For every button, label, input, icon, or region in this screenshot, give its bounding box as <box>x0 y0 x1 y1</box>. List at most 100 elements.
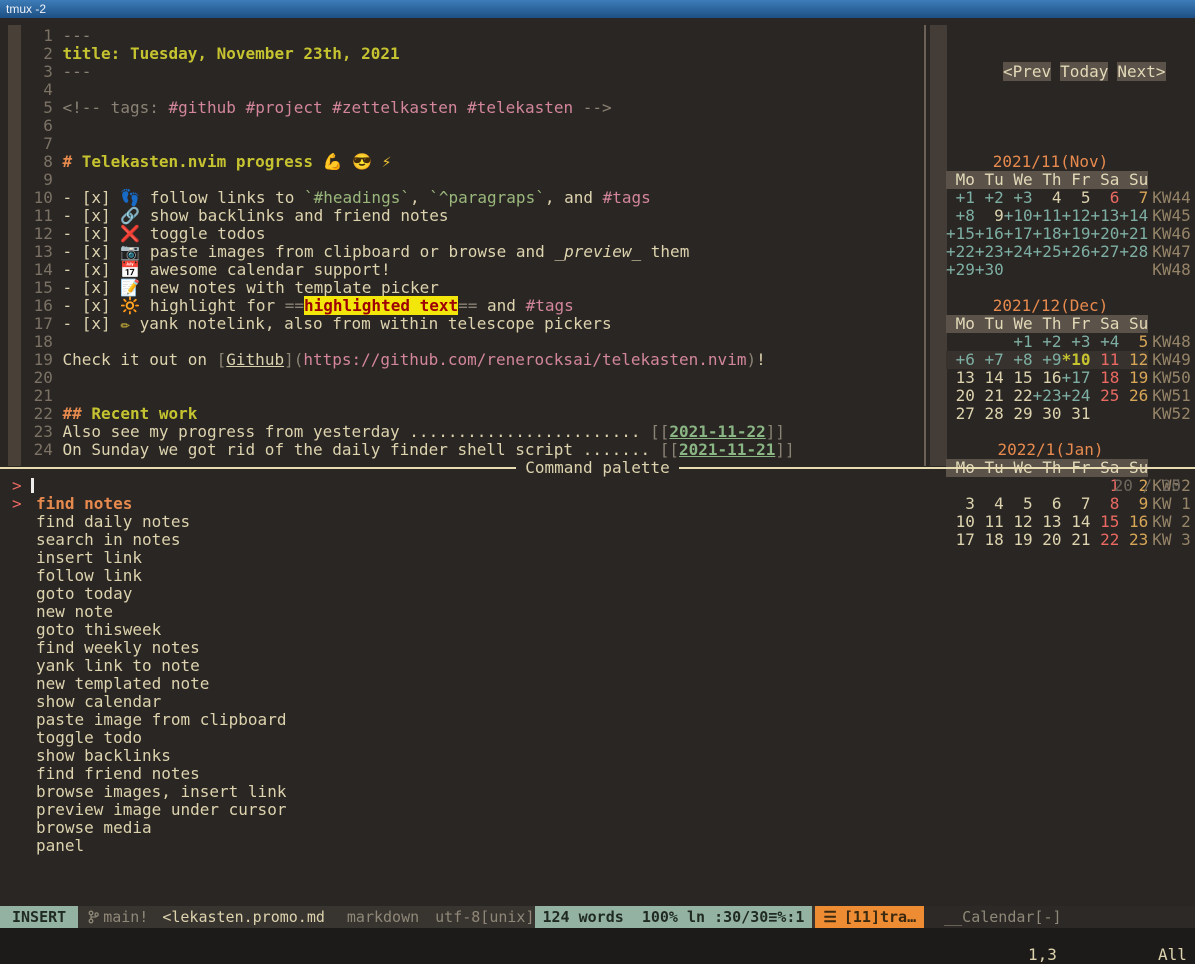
calendar-day[interactable]: +30 <box>975 261 1004 279</box>
calendar-day[interactable]: +24 <box>1004 243 1033 261</box>
editor-line[interactable]: 6 <box>24 117 924 135</box>
calendar-day[interactable]: 22 <box>1004 387 1033 405</box>
calendar-day[interactable]: 29 <box>1004 405 1033 423</box>
calendar-day[interactable]: +25 <box>1033 243 1062 261</box>
calendar-day[interactable]: +4 <box>1090 333 1119 351</box>
calendar-day[interactable]: +24 <box>1062 387 1091 405</box>
calendar-day[interactable]: 9 <box>975 207 1004 225</box>
calendar-day[interactable]: +8 <box>1004 351 1033 369</box>
calendar-day[interactable]: +11 <box>1033 207 1062 225</box>
palette-item[interactable]: find weekly notes <box>12 639 1195 657</box>
palette-item[interactable]: find friend notes <box>12 765 1195 783</box>
calendar-day[interactable]: 15 <box>1004 369 1033 387</box>
calendar-day[interactable]: +21 <box>1119 225 1148 243</box>
calendar-day[interactable]: 30 <box>1033 405 1062 423</box>
palette-item[interactable]: find daily notes <box>12 513 1195 531</box>
calendar-day[interactable]: +6 <box>946 351 975 369</box>
editor-line[interactable]: 10- [x] 👣 follow links to `#headings`, `… <box>24 189 924 207</box>
calendar-day[interactable]: +9 <box>1033 351 1062 369</box>
calendar-day[interactable]: 27 <box>946 405 975 423</box>
palette-item[interactable]: >find notes <box>12 495 1195 513</box>
editor-buffer[interactable]: 1---2title: Tuesday, November 23th, 2021… <box>24 27 924 459</box>
calendar-day[interactable]: +19 <box>1062 225 1091 243</box>
editor-line[interactable]: 11- [x] 🔗 show backlinks and friend note… <box>24 207 924 225</box>
editor-line[interactable]: 24On Sunday we got rid of the daily find… <box>24 441 924 459</box>
calendar-day[interactable]: +1 <box>946 189 975 207</box>
editor-line[interactable]: 22## Recent work <box>24 405 924 423</box>
palette-item[interactable]: yank link to note <box>12 657 1195 675</box>
editor-line[interactable]: 15- [x] 📝 new notes with template picker <box>24 279 924 297</box>
calendar-day[interactable]: +15 <box>946 225 975 243</box>
editor-line[interactable]: 9 <box>24 171 924 189</box>
calendar-day[interactable]: 21 <box>975 387 1004 405</box>
calendar-day[interactable]: 6 <box>1090 189 1119 207</box>
calendar-day[interactable]: +26 <box>1062 243 1091 261</box>
calendar-prev-button[interactable]: <Prev <box>1003 62 1051 81</box>
calendar-day[interactable]: +3 <box>1004 189 1033 207</box>
palette-item[interactable]: browse images, insert link <box>12 783 1195 801</box>
palette-item[interactable]: toggle todo <box>12 729 1195 747</box>
calendar-next-button[interactable]: Next> <box>1117 62 1165 81</box>
calendar-day[interactable]: *10 <box>1062 351 1091 369</box>
calendar-day[interactable]: +2 <box>975 189 1004 207</box>
calendar-day[interactable]: 13 <box>946 369 975 387</box>
palette-prompt[interactable]: > 20 / 20 <box>0 477 1195 495</box>
calendar-day[interactable]: +10 <box>1004 207 1033 225</box>
calendar-day[interactable]: +18 <box>1033 225 1062 243</box>
editor-scrollbar[interactable] <box>8 25 21 466</box>
palette-item[interactable]: paste image from clipboard <box>12 711 1195 729</box>
calendar-day[interactable]: +23 <box>1033 387 1062 405</box>
calendar-day[interactable]: 7 <box>1119 189 1148 207</box>
calendar-day[interactable]: 28 <box>975 405 1004 423</box>
editor-line[interactable]: 5<!-- tags: #github #project #zettelkast… <box>24 99 924 117</box>
palette-item[interactable]: new note <box>12 603 1195 621</box>
editor-line[interactable]: 17- [x] ✏ yank notelink, also from withi… <box>24 315 924 333</box>
editor-line[interactable]: 21 <box>24 387 924 405</box>
palette-item[interactable]: goto today <box>12 585 1195 603</box>
calendar-day[interactable]: 5 <box>1062 189 1091 207</box>
calendar-day[interactable]: +8 <box>946 207 975 225</box>
calendar-day[interactable]: 12 <box>1119 351 1148 369</box>
editor-line[interactable]: 20 <box>24 369 924 387</box>
editor-line[interactable]: 16- [x] 🔆 highlight for ==highlighted te… <box>24 297 924 315</box>
editor-line[interactable]: 8# Telekasten.nvim progress 💪 😎 ⚡ <box>24 153 924 171</box>
calendar-day[interactable]: 19 <box>1119 369 1148 387</box>
calendar-day[interactable]: 25 <box>1090 387 1119 405</box>
calendar-day[interactable]: +13 <box>1090 207 1119 225</box>
palette-item[interactable]: show backlinks <box>12 747 1195 765</box>
palette-item[interactable]: panel <box>12 837 1195 855</box>
editor-line[interactable]: 23Also see my progress from yesterday ..… <box>24 423 924 441</box>
calendar-day[interactable]: +16 <box>975 225 1004 243</box>
calendar-day[interactable]: 11 <box>1090 351 1119 369</box>
calendar-day[interactable]: +2 <box>1033 333 1062 351</box>
calendar-day[interactable]: +28 <box>1119 243 1148 261</box>
editor-line[interactable]: 18 <box>24 333 924 351</box>
editor-line[interactable]: 4 <box>24 81 924 99</box>
palette-item[interactable]: show calendar <box>12 693 1195 711</box>
palette-item[interactable]: preview image under cursor <box>12 801 1195 819</box>
editor-line[interactable]: 2title: Tuesday, November 23th, 2021 <box>24 45 924 63</box>
calendar-day[interactable]: +29 <box>946 261 975 279</box>
window-titlebar[interactable]: tmux -2 <box>0 0 1195 18</box>
palette-item[interactable]: search in notes <box>12 531 1195 549</box>
editor-line[interactable]: 1--- <box>24 27 924 45</box>
palette-item[interactable]: insert link <box>12 549 1195 567</box>
calendar-day[interactable]: 18 <box>1090 369 1119 387</box>
editor-line[interactable]: 14- [x] 📅 awesome calendar support! <box>24 261 924 279</box>
editor-line[interactable]: 13- [x] 📷 paste images from clipboard or… <box>24 243 924 261</box>
calendar-day[interactable]: +17 <box>1062 369 1091 387</box>
calendar-day[interactable]: +14 <box>1119 207 1148 225</box>
command-line[interactable]: :lua require('telekasten').panel() <box>0 928 1195 946</box>
calendar-day[interactable]: +22 <box>946 243 975 261</box>
calendar-day[interactable]: +27 <box>1090 243 1119 261</box>
calendar-day[interactable]: 4 <box>1033 189 1062 207</box>
tab-segment[interactable]: ☰ [11]tra… <box>815 906 924 928</box>
calendar-day[interactable]: +3 <box>1062 333 1091 351</box>
calendar-day[interactable]: +20 <box>1090 225 1119 243</box>
calendar-day[interactable]: +17 <box>1004 225 1033 243</box>
palette-item[interactable]: browse media <box>12 819 1195 837</box>
calendar-day[interactable]: +1 <box>1004 333 1033 351</box>
calendar-day[interactable]: 31 <box>1062 405 1091 423</box>
calendar-day[interactable]: 14 <box>975 369 1004 387</box>
editor-line[interactable]: 19Check it out on [Github](https://githu… <box>24 351 924 369</box>
